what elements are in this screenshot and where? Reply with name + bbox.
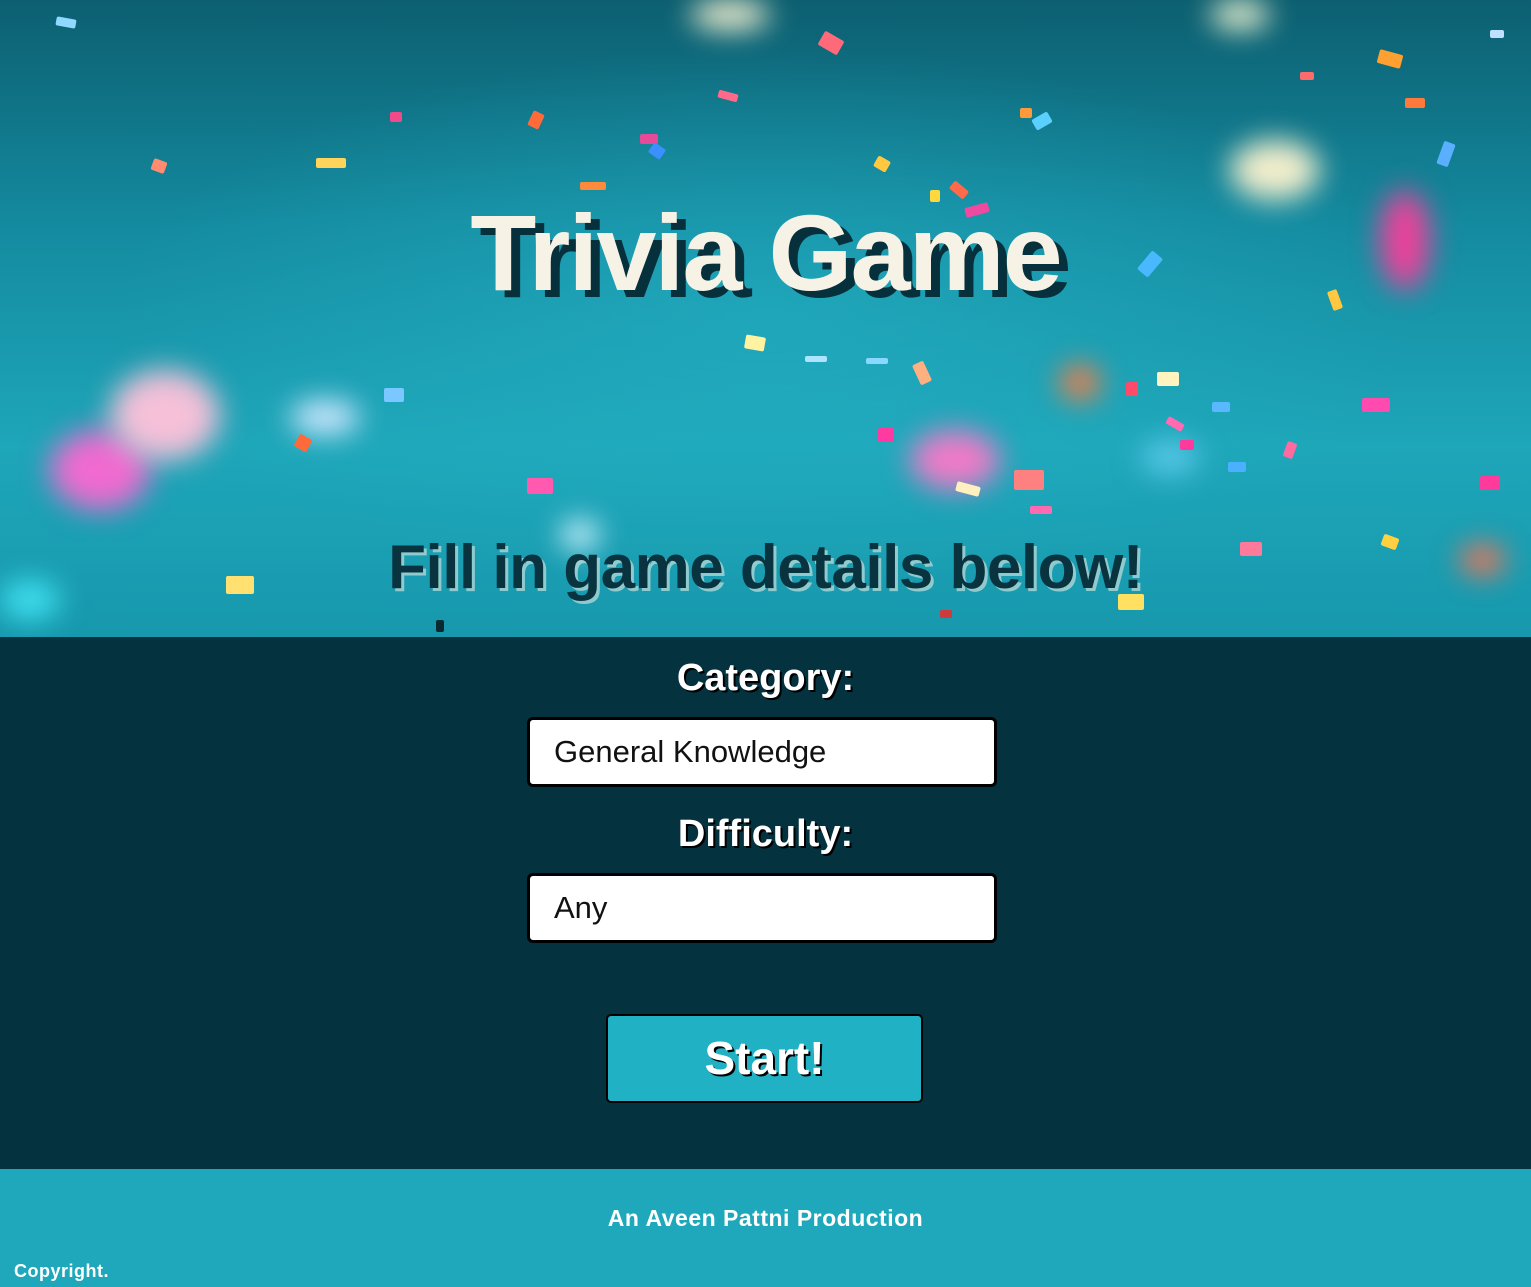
hero-banner: Trivia Game Fill in game details below! [0,0,1531,637]
page-title: Trivia Game [470,192,1062,313]
category-select[interactable]: General Knowledge [527,717,997,787]
difficulty-select[interactable]: Any [527,873,997,943]
footer-credit: An Aveen Pattni Production [607,1205,924,1231]
game-settings-form: Category: General Knowledge Difficulty: … [0,637,1531,1169]
footer-copyright: Copyright. [14,1261,109,1281]
footer: An Aveen Pattni Production Copyright. [0,1169,1531,1287]
difficulty-label: Difficulty: [677,813,854,855]
page-subtitle: Fill in game details below! [388,533,1143,602]
category-label: Category: [676,657,855,699]
start-button[interactable]: Start! [606,1014,923,1103]
